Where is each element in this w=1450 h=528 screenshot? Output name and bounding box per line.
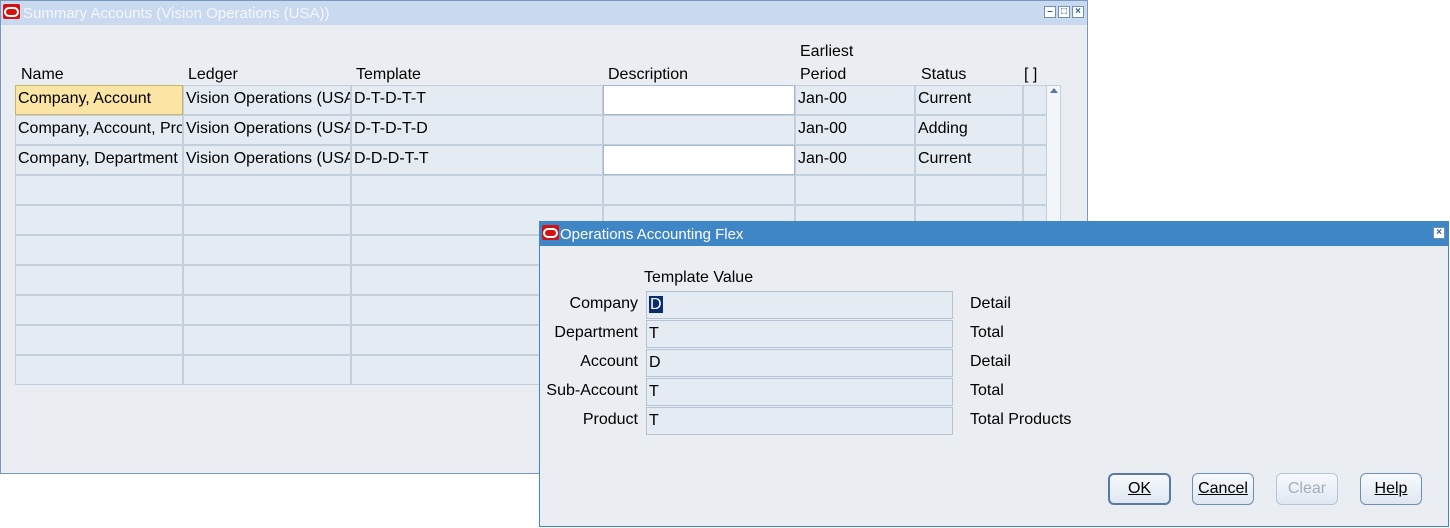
maximize-icon[interactable]: □: [1058, 6, 1070, 18]
name-cell[interactable]: Company, Account, Product: [15, 115, 183, 145]
segment-label: Product: [582, 411, 638, 428]
ledger-cell[interactable]: [183, 175, 351, 205]
col-header-name: Name: [21, 66, 64, 83]
name-cell[interactable]: [15, 205, 183, 235]
template-value-header: Template Value: [644, 269, 754, 286]
segment-value-input[interactable]: D: [646, 349, 953, 377]
name-cell[interactable]: [15, 175, 183, 205]
period-cell[interactable]: Jan-00: [795, 145, 915, 175]
col-header-description: Description: [608, 66, 689, 83]
segment-label: Sub-Account: [546, 382, 638, 399]
segment-meaning: Detail: [970, 295, 1011, 312]
help-button-label: Help: [1374, 480, 1408, 497]
template-cell[interactable]: [351, 175, 603, 205]
period-cell[interactable]: Jan-00: [795, 115, 915, 145]
ledger-cell[interactable]: Vision Operations (USA): [183, 85, 351, 115]
segment-meaning: Total: [970, 324, 1004, 341]
col-header-ledger: Ledger: [188, 66, 238, 83]
name-cell[interactable]: [15, 325, 183, 355]
flexfield-cell[interactable]: [1023, 145, 1047, 175]
description-cell[interactable]: [603, 115, 795, 145]
segment-value: T: [649, 325, 659, 342]
segment-value: D: [649, 354, 661, 371]
ledger-cell[interactable]: Vision Operations (USA): [183, 115, 351, 145]
segment-value-input[interactable]: T: [646, 320, 953, 348]
flexfield-cell[interactable]: [1023, 115, 1047, 145]
oracle-icon: [542, 225, 559, 240]
period-cell[interactable]: [795, 175, 915, 205]
help-button[interactable]: Help: [1360, 473, 1422, 505]
ledger-cell[interactable]: [183, 235, 351, 265]
name-cell[interactable]: [15, 265, 183, 295]
segment-value-input[interactable]: T: [646, 378, 953, 406]
ledger-cell[interactable]: [183, 205, 351, 235]
description-cell[interactable]: [603, 85, 795, 115]
segment-label: Company: [569, 295, 638, 312]
name-cell[interactable]: [15, 235, 183, 265]
clear-button: Clear: [1276, 473, 1338, 505]
status-cell[interactable]: Current: [915, 145, 1023, 175]
ledger-cell[interactable]: [183, 295, 351, 325]
segment-value: D: [649, 296, 663, 313]
status-cell[interactable]: [915, 175, 1023, 205]
description-cell[interactable]: [603, 145, 795, 175]
close-icon[interactable]: ×: [1072, 6, 1084, 18]
segment-meaning: Total: [970, 382, 1004, 399]
ledger-cell[interactable]: Vision Operations (USA): [183, 145, 351, 175]
segment-value-input[interactable]: T: [646, 407, 953, 435]
name-cell[interactable]: Company, Department: [15, 145, 183, 175]
close-icon[interactable]: ×: [1433, 227, 1445, 239]
segment-label: Account: [580, 353, 638, 370]
segment-label: Department: [554, 324, 638, 341]
ledger-cell[interactable]: [183, 355, 351, 385]
ok-button[interactable]: OK: [1108, 473, 1171, 505]
template-cell[interactable]: D-T-D-T-D: [351, 115, 603, 145]
scroll-up-icon[interactable]: [1050, 88, 1058, 93]
period-cell[interactable]: Jan-00: [795, 85, 915, 115]
accounting-flex-dialog: Operations Accounting Flex × Template Va…: [539, 221, 1449, 527]
template-cell[interactable]: D-T-D-T-T: [351, 85, 603, 115]
name-cell[interactable]: [15, 355, 183, 385]
ok-button-label: OK: [1127, 480, 1152, 497]
dialog-title: Operations Accounting Flex: [560, 225, 744, 243]
window-title: Summary Accounts (Vision Operations (USA…: [23, 4, 330, 22]
clear-button-label: Clear: [1287, 480, 1327, 497]
flexfield-cell[interactable]: [1023, 85, 1047, 115]
name-cell[interactable]: [15, 295, 183, 325]
col-header-earliest: Earliest: [800, 43, 854, 60]
ledger-cell[interactable]: [183, 325, 351, 355]
col-header-period: Period: [800, 66, 847, 83]
status-cell[interactable]: Current: [915, 85, 1023, 115]
col-header-flexfield[interactable]: [ ]: [1024, 64, 1037, 86]
segment-value: T: [649, 383, 659, 400]
template-cell[interactable]: D-D-D-T-T: [351, 145, 603, 175]
segment-value-input[interactable]: D: [646, 291, 953, 319]
segment-value: T: [649, 412, 659, 429]
col-header-status: Status: [921, 66, 967, 83]
flexfield-cell[interactable]: [1023, 175, 1047, 205]
segment-meaning: Total Products: [970, 411, 1072, 428]
cancel-button-label: Cancel: [1198, 480, 1248, 497]
status-cell[interactable]: Adding: [915, 115, 1023, 145]
description-cell[interactable]: [603, 175, 795, 205]
ledger-cell[interactable]: [183, 265, 351, 295]
col-header-template: Template: [356, 66, 421, 83]
minimize-icon[interactable]: –: [1044, 6, 1056, 18]
dialog-titlebar[interactable]: Operations Accounting Flex ×: [540, 222, 1448, 246]
oracle-icon: [3, 4, 20, 19]
cancel-button[interactable]: Cancel: [1192, 473, 1254, 505]
name-cell[interactable]: Company, Account: [15, 85, 183, 115]
segment-meaning: Detail: [970, 353, 1011, 370]
main-titlebar[interactable]: Summary Accounts (Vision Operations (USA…: [1, 1, 1087, 25]
